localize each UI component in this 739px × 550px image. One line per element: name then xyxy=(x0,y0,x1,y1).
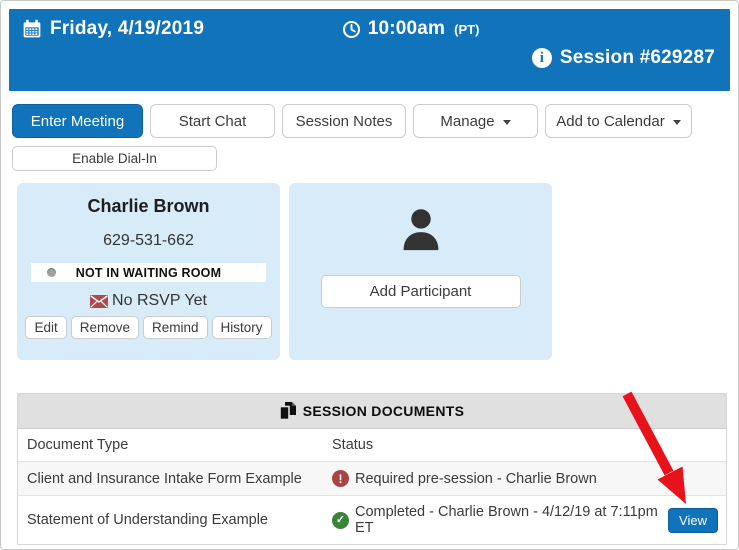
document-type: Statement of Understanding Example xyxy=(18,496,323,545)
participant-name: Charlie Brown xyxy=(17,183,280,217)
participant-history-button[interactable]: History xyxy=(212,316,272,339)
start-chat-button[interactable]: Start Chat xyxy=(150,104,275,138)
completed-status-icon xyxy=(332,512,349,529)
caret-down-icon xyxy=(673,120,681,125)
person-silhouette-icon xyxy=(399,206,443,252)
session-banner: Friday, 4/19/2019 10:00am (PT) i Session… xyxy=(9,9,730,91)
session-documents-title: SESSION DOCUMENTS xyxy=(303,403,464,419)
required-status-icon xyxy=(332,470,349,487)
session-toolbar: Enter Meeting Start Chat Session Notes M… xyxy=(12,104,730,138)
manage-label: Manage xyxy=(440,113,494,130)
participant-card: Charlie Brown 629-531-662 NOT IN WAITING… xyxy=(17,183,280,360)
document-row: Client and Insurance Intake Form Example… xyxy=(18,462,726,496)
rsvp-status: No RSVP Yet xyxy=(17,292,280,310)
document-status: Required pre-session - Charlie Brown xyxy=(355,471,597,487)
info-icon: i xyxy=(532,48,552,68)
column-header-document-type: Document Type xyxy=(18,429,323,462)
remind-participant-button[interactable]: Remind xyxy=(143,316,208,339)
documents-column-header-row: Document Type Status xyxy=(18,429,726,462)
session-documents-section: SESSION DOCUMENTS Document Type Status C… xyxy=(17,393,727,545)
envelope-icon xyxy=(90,295,108,308)
session-date: Friday, 4/19/2019 xyxy=(50,18,204,40)
session-number: Session #629287 xyxy=(560,47,715,69)
document-row: Statement of Understanding Example Compl… xyxy=(18,496,726,545)
add-to-calendar-label: Add to Calendar xyxy=(556,113,664,130)
session-time: 10:00am xyxy=(368,18,445,40)
caret-down-icon xyxy=(503,120,511,125)
column-header-status: Status xyxy=(323,429,726,462)
waiting-room-status-text: NOT IN WAITING ROOM xyxy=(76,266,221,280)
rsvp-status-text: No RSVP Yet xyxy=(112,292,207,310)
add-participant-button[interactable]: Add Participant xyxy=(321,275,521,308)
add-to-calendar-dropdown-button[interactable]: Add to Calendar xyxy=(545,104,692,138)
participants-row: Charlie Brown 629-531-662 NOT IN WAITING… xyxy=(17,183,730,360)
document-status: Completed - Charlie Brown - 4/12/19 at 7… xyxy=(355,504,662,536)
view-document-button[interactable]: View xyxy=(668,508,718,533)
participant-phone: 629-531-662 xyxy=(17,232,280,250)
session-panel: Friday, 4/19/2019 10:00am (PT) i Session… xyxy=(0,0,739,550)
calendar-icon xyxy=(22,19,42,39)
session-notes-button[interactable]: Session Notes xyxy=(282,104,406,138)
waiting-room-status: NOT IN WAITING ROOM xyxy=(31,263,266,282)
add-participant-card: Add Participant xyxy=(289,183,552,360)
document-type: Client and Insurance Intake Form Example xyxy=(18,462,323,496)
presence-dot-icon xyxy=(47,268,56,277)
session-timezone: (PT) xyxy=(454,22,479,37)
enable-dial-in-button[interactable]: Enable Dial-In xyxy=(12,146,217,171)
clock-icon xyxy=(342,20,361,39)
session-documents-header: SESSION DOCUMENTS xyxy=(18,394,726,429)
enter-meeting-button[interactable]: Enter Meeting xyxy=(12,104,143,138)
manage-dropdown-button[interactable]: Manage xyxy=(413,104,538,138)
documents-icon xyxy=(280,402,296,420)
remove-participant-button[interactable]: Remove xyxy=(71,316,139,339)
edit-participant-button[interactable]: Edit xyxy=(25,316,66,339)
